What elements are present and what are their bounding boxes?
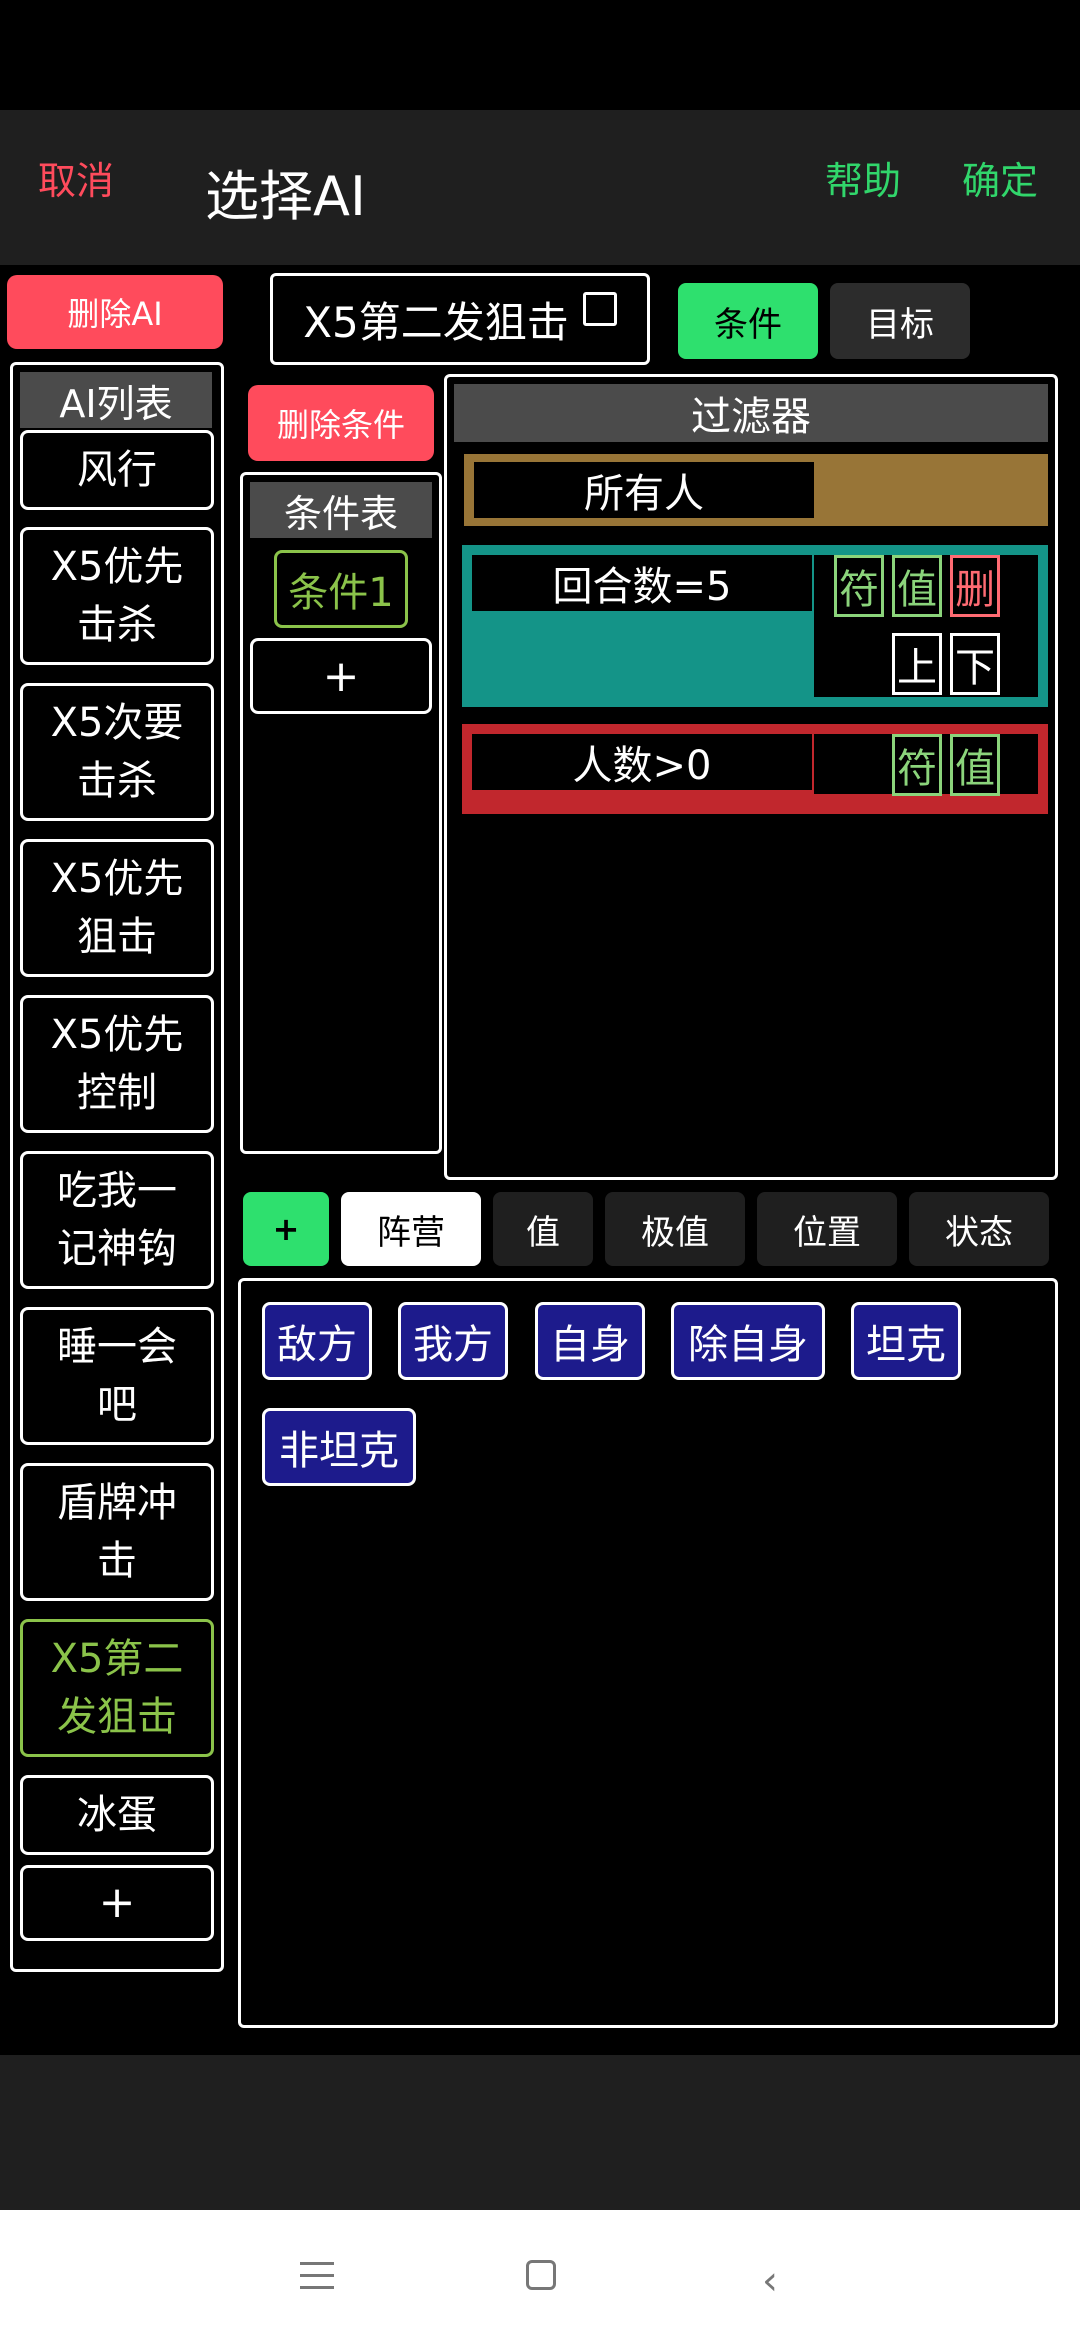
tab-condition[interactable]: 条件 [678,283,818,359]
add-filter-button[interactable]: + [243,1192,329,1266]
option-enemy[interactable]: 敌方 [262,1302,372,1380]
symbol-button[interactable]: 符 [834,555,884,617]
value-button[interactable]: 值 [950,734,1000,796]
filter-row-label: 人数>0 [472,734,812,790]
top-bar [0,110,1080,265]
ai-list-item-selected[interactable]: X5第二 发狙击 [20,1619,214,1757]
bottom-band [0,2055,1080,2210]
option-ally[interactable]: 我方 [398,1302,508,1380]
add-ai-button[interactable]: + [20,1865,214,1941]
filter-row[interactable]: 所有人 [464,454,1048,526]
ai-list-item[interactable]: 风行 [20,430,214,510]
tab-position[interactable]: 位置 [757,1192,897,1266]
options-panel [238,1278,1058,2028]
edit-icon[interactable] [582,292,617,326]
menu-icon[interactable] [300,2262,334,2290]
delete-ai-button[interactable]: 删除AI [7,275,223,349]
tab-status[interactable]: 状态 [909,1192,1049,1266]
tab-value[interactable]: 值 [493,1192,593,1266]
move-up-button[interactable]: 上 [892,633,942,695]
ai-list-item[interactable]: 睡一会 吧 [20,1307,214,1445]
cancel-button[interactable]: 取消 [38,150,114,205]
option-tank[interactable]: 坦克 [851,1302,961,1380]
ai-list-item[interactable]: X5优先 狙击 [20,839,214,977]
ai-list-item[interactable]: X5优先 击杀 [20,527,214,665]
condition-item-selected[interactable]: 条件1 [274,550,408,628]
filter-row[interactable]: 回合数=5 符 值 删 上 下 [462,545,1048,707]
filter-row-label: 所有人 [474,462,814,518]
symbol-button[interactable]: 符 [892,734,942,796]
filter-row-label: 回合数=5 [472,555,812,611]
option-non-tank[interactable]: 非坦克 [262,1408,416,1486]
move-down-button[interactable]: 下 [950,633,1000,695]
page-title: 选择AI [205,165,366,228]
tab-faction[interactable]: 阵营 [341,1192,481,1266]
option-except-self[interactable]: 除自身 [671,1302,825,1380]
help-button[interactable]: 帮助 [825,150,901,205]
tab-extreme-value[interactable]: 极值 [605,1192,745,1266]
ai-list-item[interactable]: 吃我一 记神钩 [20,1151,214,1289]
filter-row-controls: 符 值 [814,734,1038,796]
ai-list-title: AI列表 [20,372,212,428]
condition-list-title: 条件表 [250,482,432,538]
filter-row[interactable]: 人数>0 符 值 [462,724,1048,814]
delete-row-button[interactable]: 删 [950,555,1000,617]
ai-list-item[interactable]: X5次要 击杀 [20,683,214,821]
value-button[interactable]: 值 [892,555,942,617]
ai-list-item[interactable]: X5优先 控制 [20,995,214,1133]
confirm-button[interactable]: 确定 [962,150,1038,205]
filter-title: 过滤器 [454,384,1048,442]
ai-name-text: X5第二发狙击 [303,297,569,347]
add-condition-button[interactable]: + [250,638,432,714]
option-self[interactable]: 自身 [535,1302,645,1380]
back-icon[interactable]: ‹ [762,2258,778,2304]
filter-row-controls: 符 值 删 上 下 [814,555,1038,697]
ai-list-item[interactable]: 冰蛋 [20,1775,214,1855]
ai-list-item[interactable]: 盾牌冲 击 [20,1463,214,1601]
tab-target[interactable]: 目标 [830,283,970,359]
delete-condition-button[interactable]: 删除条件 [248,385,434,461]
home-icon[interactable] [526,2260,556,2290]
ai-name-field[interactable]: X5第二发狙击 [270,273,650,365]
